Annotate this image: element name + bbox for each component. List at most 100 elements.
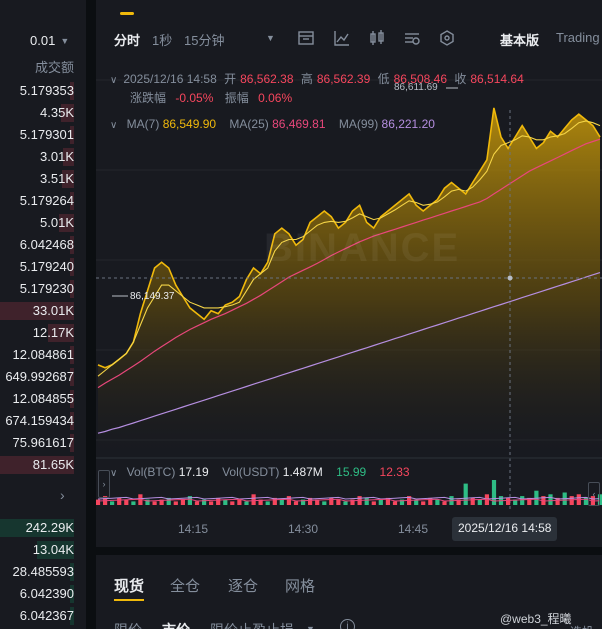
row-volume: 12.17K	[32, 325, 74, 340]
ask-row[interactable]: 4.35K	[0, 102, 86, 124]
volume-bar	[463, 483, 468, 505]
ma99-value: 86,221.20	[381, 117, 435, 131]
ask-row[interactable]: 12.084861	[0, 344, 86, 366]
calendar-icon[interactable]	[297, 29, 315, 47]
ask-row[interactable]: 33.01K	[0, 300, 86, 322]
row-volume: 674.159434	[5, 413, 74, 428]
ask-row[interactable]: 12.17K	[0, 322, 86, 344]
row-volume: 5.179264	[19, 193, 74, 208]
ask-row[interactable]: 5.179230	[0, 278, 86, 300]
stop-limit-caret-icon[interactable]: ▼	[306, 624, 315, 629]
ask-row[interactable]: 3.51K	[0, 168, 86, 190]
peak-price-label: 86,611.69	[394, 82, 438, 93]
volume-bar	[209, 501, 214, 505]
interval-1s-button[interactable]: 1秒	[152, 30, 172, 49]
vol-usdt-value: 1.487M	[282, 465, 323, 479]
interval-more-caret-icon[interactable]: ▼	[266, 33, 275, 43]
amplitude-label: 振幅	[224, 91, 249, 105]
chart-panel: 分时 1秒 15分钟 ▼ 基本版 Trading BINANCE ∨ 2025/…	[96, 0, 602, 547]
high-label: 高	[300, 72, 313, 86]
high-value: 86,562.39	[316, 72, 371, 86]
ask-row[interactable]: 5.179264	[0, 190, 86, 212]
ask-row[interactable]: 75.961617	[0, 432, 86, 454]
ask-row[interactable]: 674.159434	[0, 410, 86, 432]
volume-bar	[173, 501, 178, 505]
order-type-stop-limit[interactable]: 限价止盈止损	[210, 620, 294, 629]
volume-bar	[470, 497, 475, 505]
change-label: 涨跌幅	[130, 91, 167, 105]
tradingview-button[interactable]: Trading	[556, 30, 600, 45]
ask-row[interactable]: 12.084855	[0, 388, 86, 410]
volume-ma1-line	[97, 496, 601, 500]
row-volume: 81.65K	[32, 457, 74, 472]
app-root: 0.01 ▼ 成交额 5.179353 4.35K 5.179301 3.01K 3.51…	[0, 0, 602, 629]
row-volume: 13.04K	[32, 542, 74, 557]
bid-row[interactable]: 13.04K	[0, 539, 86, 561]
tab-isolated[interactable]: 逐仓	[228, 575, 258, 596]
volume-bar	[520, 496, 525, 505]
volume-bar	[293, 501, 299, 505]
ma-collapse-caret-icon[interactable]: ∨	[110, 120, 117, 131]
bid-row[interactable]: 6.042390	[0, 583, 86, 605]
collapse-caret-icon[interactable]: ∨	[110, 75, 117, 86]
ask-row[interactable]: 6.042468	[0, 234, 86, 256]
volume-ma2-line	[97, 498, 601, 502]
expand-left-button[interactable]: ›	[98, 470, 110, 498]
ask-row[interactable]: 3.01K	[0, 146, 86, 168]
volume-bar	[152, 501, 157, 505]
amplitude-value: 0.06%	[258, 91, 293, 105]
volume-bar	[279, 499, 284, 505]
row-volume: 5.179230	[19, 281, 74, 296]
ask-row[interactable]: 5.179353	[0, 80, 86, 102]
settings-sliders-icon[interactable]	[403, 29, 421, 47]
price-area	[98, 107, 600, 457]
ma7-label: MA(7)	[126, 117, 160, 131]
basic-view-button[interactable]: 基本版	[500, 30, 539, 49]
tab-grid[interactable]: 网格	[285, 575, 315, 596]
row-volume: 6.042367	[19, 608, 74, 623]
info-icon[interactable]: i	[340, 619, 355, 629]
footer-watermark: @web3_程曦	[500, 612, 572, 626]
interval-15m-button[interactable]: 15分钟	[184, 30, 224, 49]
bid-row[interactable]: 28.485593	[0, 561, 86, 583]
precision-select[interactable]: 0.01 ▼	[30, 33, 69, 48]
volume-bar	[131, 501, 136, 505]
time-tick: 14:30	[288, 522, 319, 536]
bid-row[interactable]: 6.042367	[0, 605, 86, 627]
row-volume: 75.961617	[12, 435, 74, 450]
open-label: 开	[224, 72, 237, 86]
order-type-limit[interactable]: 限价	[114, 620, 142, 629]
vol-ma1-value: 15.99	[336, 465, 367, 479]
volume-bar	[180, 499, 185, 505]
vol-usdt-label: Vol(USDT)	[222, 465, 280, 479]
low-price-label: 86,149.37	[130, 291, 175, 302]
row-volume: 5.179353	[19, 83, 74, 98]
time-tick: 14:15	[178, 522, 209, 536]
ask-row[interactable]: 649.992687	[0, 366, 86, 388]
volume-bar	[392, 501, 398, 505]
tab-cross[interactable]: 全仓	[170, 575, 200, 596]
volume-bar	[286, 496, 291, 505]
ask-row[interactable]: 5.01K	[0, 212, 86, 234]
precision-value: 0.01	[30, 33, 56, 48]
hexagon-icon[interactable]	[438, 29, 456, 47]
volume-bar	[343, 501, 348, 505]
volume-header: 成交额	[34, 60, 74, 75]
volume-bar	[548, 494, 553, 505]
ask-row[interactable]: 5.179240	[0, 256, 86, 278]
bid-row[interactable]: 242.29K	[0, 517, 86, 539]
order-type-market[interactable]: 市价	[162, 620, 190, 629]
ask-row[interactable]: 81.65K	[0, 454, 86, 476]
ma99-label: MA(99)	[338, 117, 379, 131]
indicator-line-icon[interactable]	[333, 29, 351, 47]
chevron-right-icon[interactable]: ›	[60, 487, 65, 503]
vol-collapse-caret-icon[interactable]: ∨	[110, 468, 117, 479]
ask-row[interactable]: 5.179301	[0, 124, 86, 146]
candlestick-icon[interactable]	[368, 29, 386, 47]
tab-spot[interactable]: 现货	[114, 575, 144, 596]
close-label: 收	[454, 72, 467, 86]
crosshair-time-label: 2025/12/16 14:58	[452, 517, 558, 541]
expand-right-button[interactable]: ‹	[588, 482, 600, 506]
interval-time-button[interactable]: 分时	[114, 30, 140, 49]
volume-bar	[237, 499, 242, 505]
